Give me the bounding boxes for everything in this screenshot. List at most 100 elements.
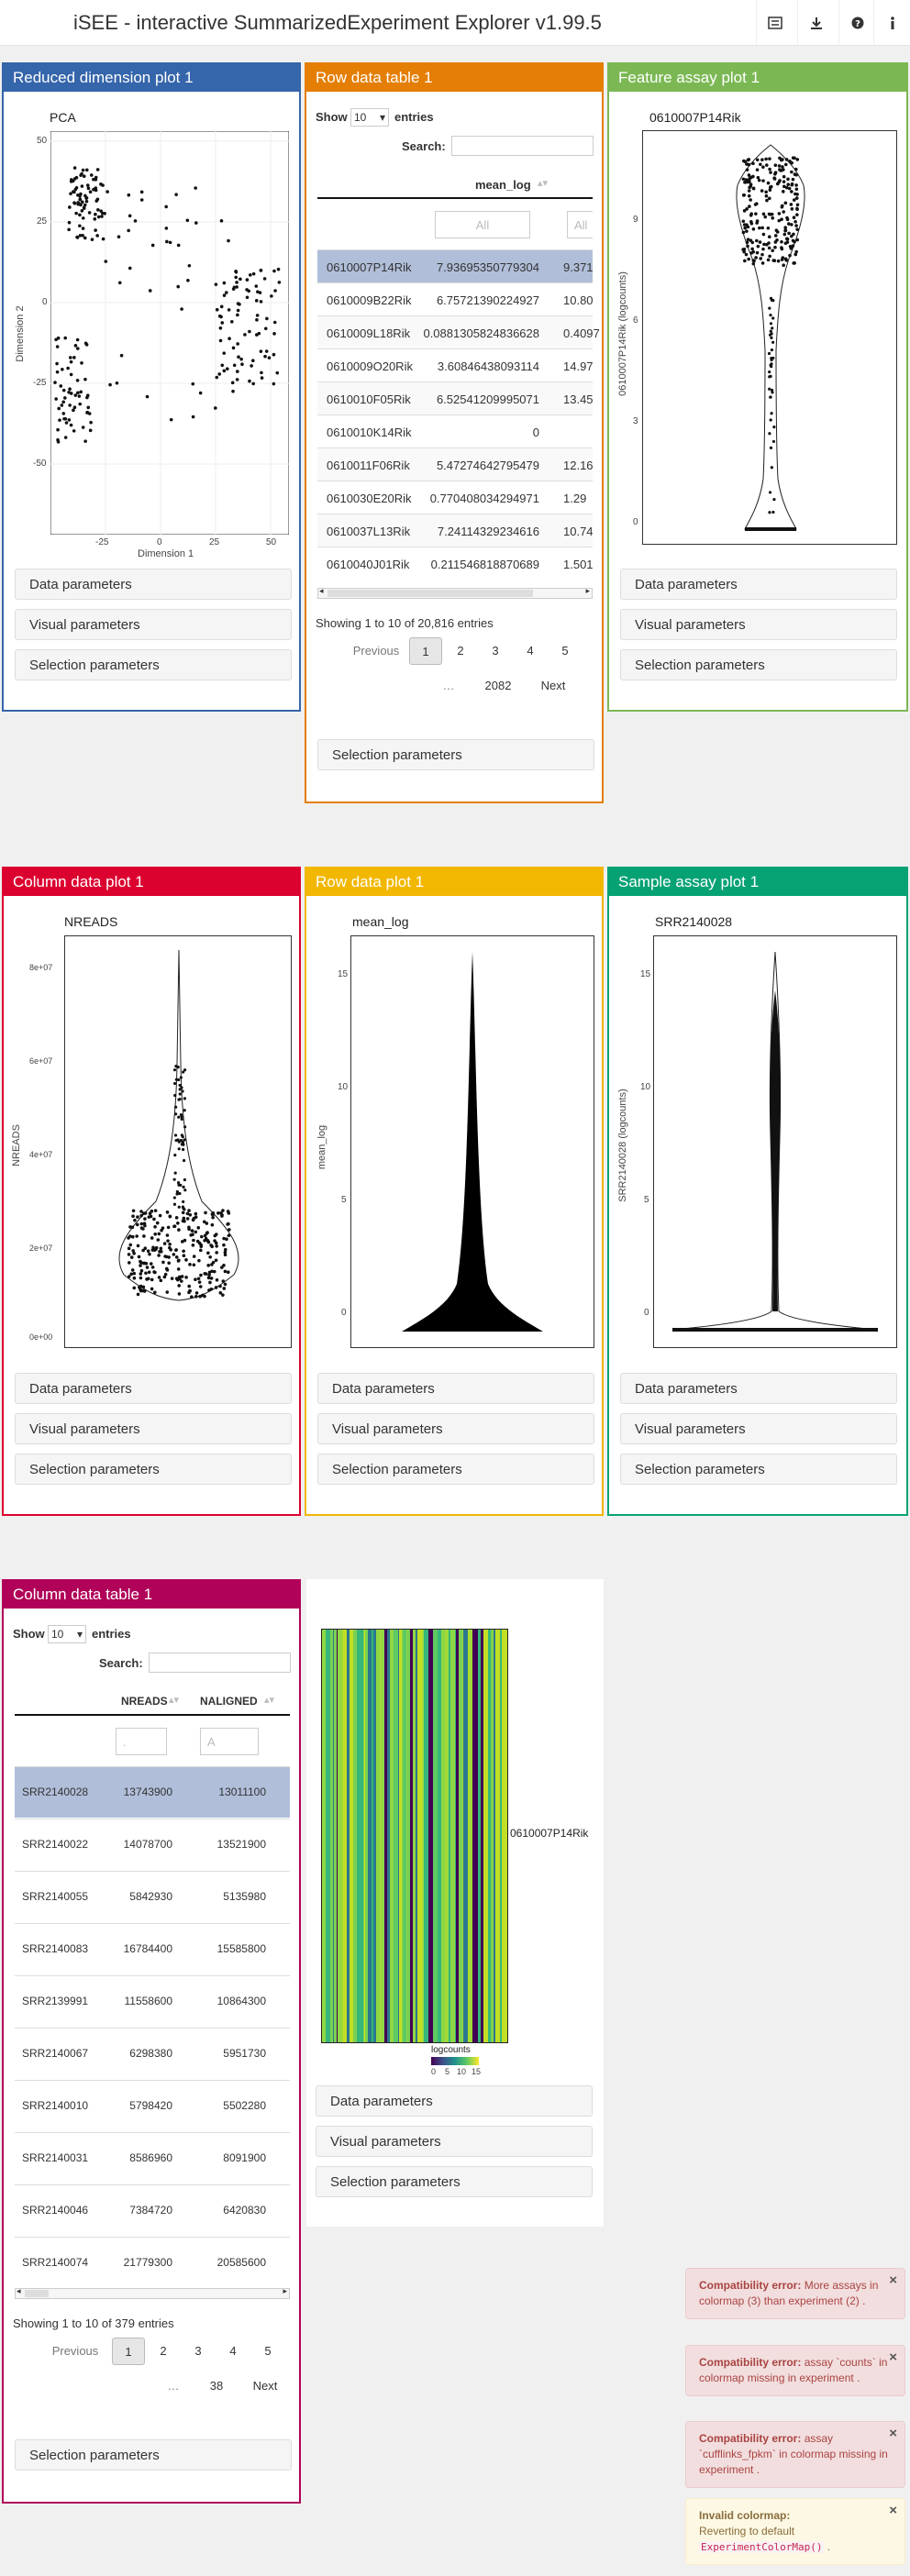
search-input[interactable] [149,1653,291,1673]
close-icon[interactable]: × [889,2272,897,2288]
page-button[interactable]: 5 [549,637,582,665]
table-row[interactable]: 0610040J01Rik 0.211546818870689 1.501 [317,547,594,580]
close-icon[interactable]: × [889,2426,897,2441]
horizontal-scrollbar[interactable]: ◂ ▸ [317,586,593,599]
table-row[interactable]: 0610009O20Rik 3.60846438093114 14.97 [317,348,594,381]
tour-icon[interactable] [756,0,793,46]
data-parameters-button[interactable]: Data parameters [620,569,897,600]
feature-assay-violin-plot[interactable] [642,130,897,545]
y-tick: 0 [644,1308,649,1318]
next-page-button[interactable]: Next [242,2372,288,2400]
table-row[interactable]: 0610007P14Rik 7.93695350779304 9.371 [317,249,594,282]
reduced-dim-plot[interactable] [50,131,289,535]
table-row[interactable]: 0610037L13Rik 7.24114329234616 10.74 [317,514,594,547]
plot-title: PCA [50,110,76,125]
column-data-violin-plot[interactable] [64,935,292,1348]
download-icon[interactable] [797,0,834,46]
y-tick: 5 [341,1195,347,1205]
selection-parameters-button[interactable]: Selection parameters [15,649,292,680]
visual-parameters-button[interactable]: Visual parameters [620,609,897,640]
sample-assay-violin-plot[interactable] [653,935,897,1348]
chevron-down-icon: ▾ [76,1628,83,1641]
table-row[interactable]: SRR2140046 7384720 6420830 [15,2184,290,2236]
visual-parameters-button[interactable]: Visual parameters [620,1413,897,1444]
table-cell: 15585800 [216,1942,266,1955]
visual-parameters-button[interactable]: Visual parameters [316,2126,593,2157]
page-button[interactable]: 4 [514,637,547,665]
page-length-select[interactable]: 10 ▾ [48,1625,86,1643]
table-row[interactable]: 0610009B22Rik 6.75721390224927 10.80 [317,282,594,315]
table-row[interactable]: SRR2140055 5842930 5135980 [15,1871,290,1922]
table-row[interactable]: 0610030E20Rik 0.770408034294971 1.29 [317,481,593,514]
table-row[interactable]: SRR2140010 5798420 5502280 [15,2080,290,2131]
page-button[interactable]: 3 [479,637,512,665]
column-header-naligned[interactable]: NALIGNED [200,1695,258,1708]
table-row[interactable]: SRR2140031 8586960 8091900 [15,2132,290,2184]
table-cell: 21779300 [123,2256,172,2269]
table-info: Showing 1 to 10 of 379 entries [13,2316,174,2330]
y-axis-label: SRR2140028 (logcounts) [617,1089,628,1202]
search-input[interactable] [451,136,594,156]
previous-page-button[interactable]: Previous [343,637,409,665]
table-cell: 0610011F06Rik [327,459,410,472]
page-button[interactable]: 1 [409,637,442,665]
page-button[interactable]: 2082 [475,672,521,700]
page-button[interactable]: 2 [444,637,477,665]
table-row[interactable]: SRR2139991 11558600 10864300 [15,1975,290,2027]
page-button[interactable]: 38 [198,2372,235,2400]
show-label: Show [13,1627,45,1641]
selection-parameters-button[interactable]: Selection parameters [317,1454,594,1485]
selection-parameters-button[interactable]: Selection parameters [620,649,897,680]
table-row[interactable]: 0610011F06Rik 5.47274642795479 12.16 [317,448,594,481]
data-parameters-button[interactable]: Data parameters [620,1373,897,1404]
table-row[interactable]: SRR2140028 13743900 13011100 [15,1766,290,1818]
close-icon[interactable]: × [889,2503,897,2518]
data-parameters-button[interactable]: Data parameters [316,2085,593,2117]
column-header-mean-log[interactable]: mean_log [475,178,531,192]
y-tick: 9 [633,215,638,225]
page-button[interactable]: 3 [182,2338,215,2365]
filter-input[interactable]: A [200,1728,259,1755]
table-row[interactable]: SRR2140022 14078700 13521900 [15,1819,290,1870]
visual-parameters-button[interactable]: Visual parameters [317,1413,594,1444]
filter-input[interactable]: All [435,211,530,238]
feature-assay-panel: Feature assay plot 1 0610007P14Rik 9 6 3… [607,62,908,712]
column-header-nreads[interactable]: NREADS [121,1695,168,1708]
visual-parameters-button[interactable]: Visual parameters [15,609,292,640]
data-parameters-button[interactable]: Data parameters [15,1373,292,1404]
selection-parameters-button[interactable]: Selection parameters [15,1454,292,1485]
page-length-select[interactable]: 10 ▾ [350,108,389,127]
table-row[interactable]: SRR2140067 6298380 5951730 [15,2028,290,2079]
page-button[interactable]: 5 [251,2338,284,2365]
y-tick: 2e+07 [29,1244,53,1253]
table-row[interactable]: SRR2140083 16784400 15585800 [15,1923,290,1974]
close-icon[interactable]: × [889,2349,897,2365]
row-data-violin-plot[interactable] [350,935,594,1348]
page-button[interactable]: 2 [147,2338,180,2365]
table-row[interactable]: 0610009L18Rik 0.0881305824836628 0.4097 [317,315,600,348]
svg-text:?: ? [855,19,860,29]
data-parameters-button[interactable]: Data parameters [15,569,292,600]
help-icon[interactable]: ? [838,0,875,46]
selection-parameters-button[interactable]: Selection parameters [316,2166,593,2197]
table-row[interactable]: 0610010K14Rik 0 [317,415,593,448]
heatmap-plot[interactable] [321,1629,508,2043]
selection-parameters-button[interactable]: Selection parameters [317,739,594,770]
page-button[interactable]: 4 [216,2338,250,2365]
filter-input[interactable]: All [567,211,593,238]
visual-parameters-button[interactable]: Visual parameters [15,1413,292,1444]
data-parameters-button[interactable]: Data parameters [317,1373,594,1404]
info-icon[interactable] [873,0,910,46]
selection-parameters-button[interactable]: Selection parameters [15,2439,292,2471]
previous-page-button[interactable]: Previous [42,2338,108,2365]
table-cell: 13.45 [563,392,594,406]
row-table-panel: Row data table 1 Show 10 ▾ entries Search… [305,62,604,803]
filter-input[interactable]: . [116,1728,167,1755]
top-bar: iSEE - interactive SummarizedExperiment … [0,0,910,46]
selection-parameters-button[interactable]: Selection parameters [620,1454,897,1485]
table-row[interactable]: SRR2140074 21779300 20585600 [15,2237,290,2288]
table-row[interactable]: 0610010F05Rik 6.52541209995071 13.45 [317,381,594,415]
next-page-button[interactable]: Next [530,672,576,700]
horizontal-scrollbar[interactable]: ◂ ▸ [15,2286,290,2299]
page-button[interactable]: 1 [112,2338,145,2365]
